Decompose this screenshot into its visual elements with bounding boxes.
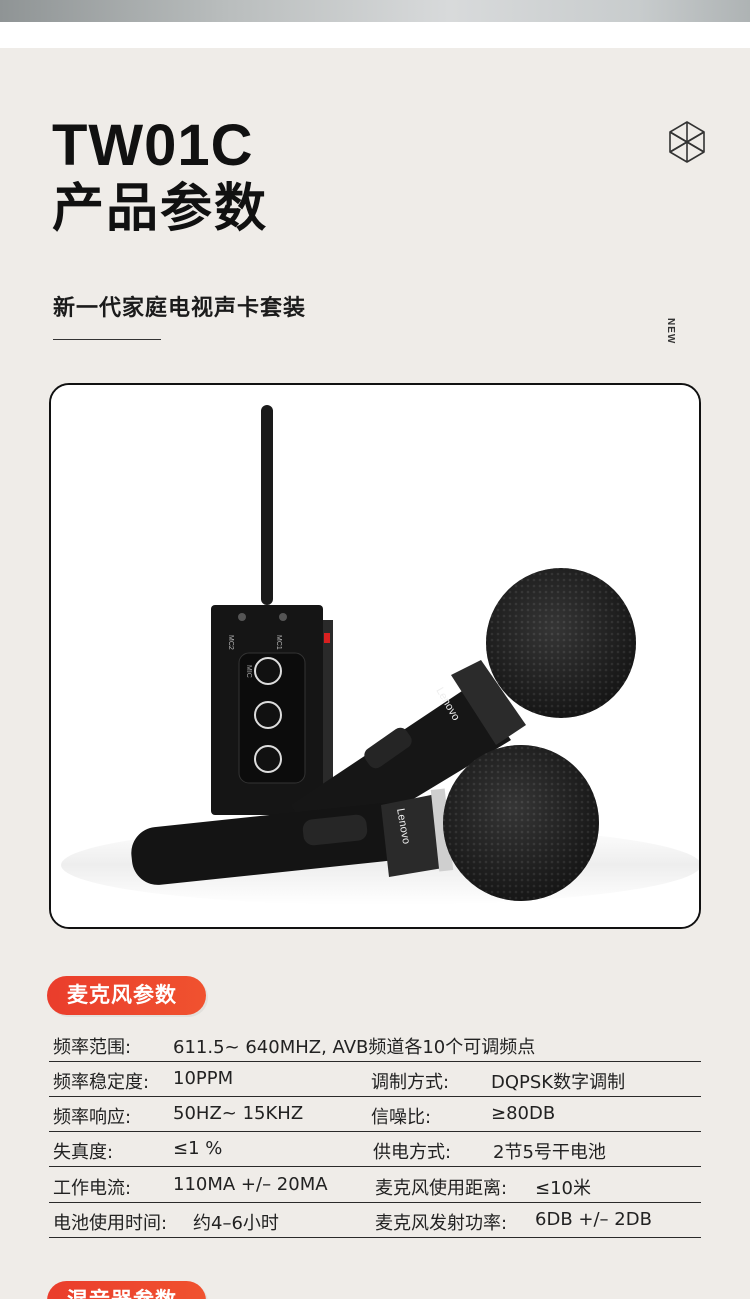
spec-value: ≤10米 [535,1178,591,1199]
spec-label: 电池使用时间: [53,1213,168,1234]
page-title: 产品参数 [52,179,269,239]
spec-label: 工作电流: [53,1178,132,1199]
spec-row: 频率范围: 611.5~ 640MHZ, AVB频道各10个可调频点 [49,1027,701,1062]
new-tag: NEW [665,318,676,345]
spec-row: 电池使用时间: 约4–6小时 麦克风发射功率: 6DB +/– 2DB [49,1203,701,1238]
spec-row: 失真度: ≤1 % 供电方式: 2节5号干电池 [49,1132,701,1167]
spec-label: 频率范围: [53,1037,132,1058]
spec-label: 频率稳定度: [53,1072,150,1093]
spec-label: 麦克风使用距离: [375,1178,508,1199]
subtitle-underline [53,339,161,340]
spec-value: 6DB +/– 2DB [535,1209,652,1230]
spec-label: 麦克风发射功率: [375,1213,508,1234]
top-banner-strip [0,0,750,22]
product-photo: MC2 MC1 MIC Lenovo Lenovo [49,383,701,929]
spec-label: 失真度: [53,1142,114,1163]
model-name: TW01C [52,113,254,178]
cube-logo-icon [669,121,705,163]
receiver-label-mc1: MC1 [275,635,282,650]
spec-value: 110MA +/– 20MA [173,1174,328,1195]
spec-value: DQPSK数字调制 [491,1072,626,1093]
spec-label: 频率响应: [53,1107,132,1128]
spec-value: ≥80DB [491,1103,556,1124]
spec-row: 频率稳定度: 10PPM 调制方式: DQPSK数字调制 [49,1062,701,1097]
spec-label: 信噪比: [371,1107,432,1128]
mixer-params-heading: 混音器参数 [47,1281,206,1299]
spec-value: 10PPM [173,1068,234,1089]
top-divider [0,22,750,48]
mic-params-heading: 麦克风参数 [47,976,206,1015]
spec-value: ≤1 % [173,1138,223,1159]
antenna [261,405,273,605]
receiver-label-mc2: MC2 [227,635,234,650]
spec-value: 50HZ~ 15KHZ [173,1103,304,1124]
spec-row: 工作电流: 110MA +/– 20MA 麦克风使用距离: ≤10米 [49,1168,701,1203]
receiver-label-mic: MIC [245,665,252,678]
spec-row: 频率响应: 50HZ~ 15KHZ 信噪比: ≥80DB [49,1097,701,1132]
spec-label: 调制方式: [371,1072,450,1093]
spec-label: 供电方式: [373,1142,452,1163]
spec-value: 611.5~ 640MHZ, AVB频道各10个可调频点 [173,1037,536,1058]
spec-value: 约4–6小时 [193,1213,279,1234]
spec-value: 2节5号干电池 [493,1142,606,1163]
page-subtitle: 新一代家庭电视声卡套装 [53,296,307,321]
